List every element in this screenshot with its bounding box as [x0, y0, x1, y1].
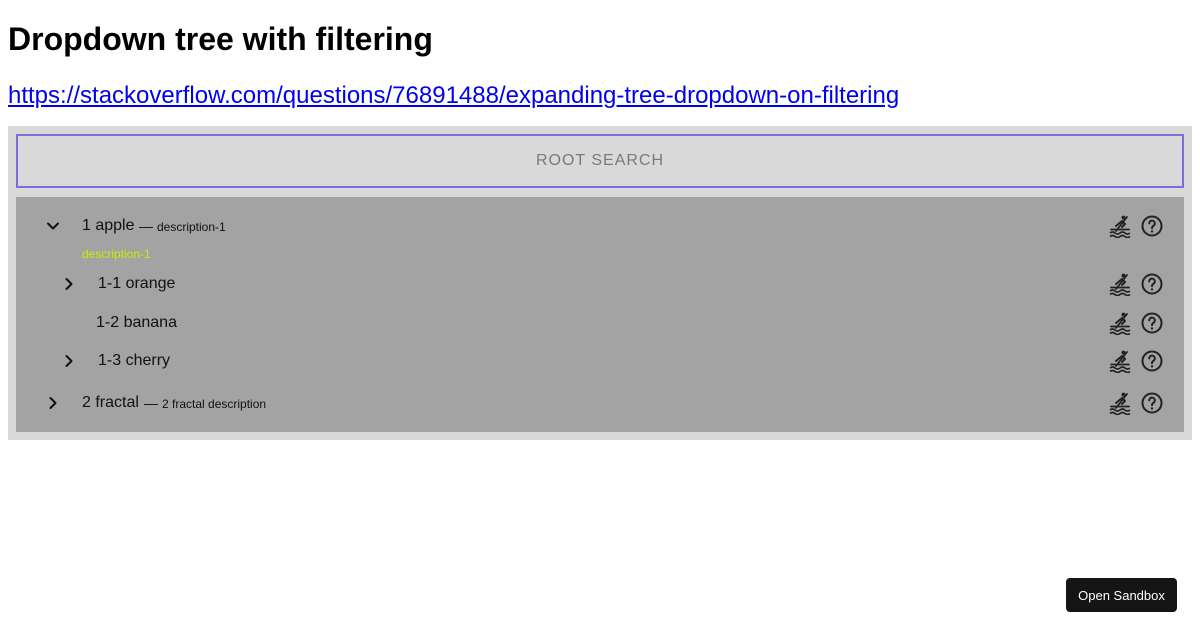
root-search-input[interactable]	[16, 134, 1184, 188]
tree-row-orange[interactable]: 1-1 orange	[16, 269, 1184, 299]
tree-node-label: 1 apple	[82, 217, 135, 234]
separator: —	[144, 395, 158, 411]
tree-node-label: 1-3 cherry	[98, 352, 171, 369]
kayak-icon[interactable]	[1108, 349, 1132, 373]
help-circle-icon[interactable]	[1140, 311, 1164, 335]
page: Dropdown tree with filtering https://sta…	[0, 0, 1200, 630]
stackoverflow-link[interactable]: https://stackoverflow.com/questions/7689…	[8, 82, 899, 110]
dropdown-tree-container: 1 apple — description-1 desc	[8, 126, 1192, 440]
tree-node-label: 2 fractal	[82, 394, 139, 411]
page-title: Dropdown tree with filtering	[8, 21, 433, 57]
chevron-right-icon[interactable]	[43, 393, 63, 413]
tree-node-label: 1-2 banana	[96, 314, 177, 331]
tree-row-fractal[interactable]: 2 fractal — 2 fractal description	[16, 388, 1184, 418]
kayak-icon[interactable]	[1108, 272, 1132, 296]
help-circle-icon[interactable]	[1140, 391, 1164, 415]
help-circle-icon[interactable]	[1140, 214, 1164, 238]
open-sandbox-button[interactable]: Open Sandbox	[1066, 578, 1177, 612]
chevron-right-icon[interactable]	[59, 274, 79, 294]
kayak-icon[interactable]	[1108, 311, 1132, 335]
tree-row-cherry[interactable]: 1-3 cherry	[16, 346, 1184, 376]
chevron-right-icon[interactable]	[59, 351, 79, 371]
help-circle-icon[interactable]	[1140, 349, 1164, 373]
tree-panel: 1 apple — description-1 description-1 1-…	[16, 197, 1184, 432]
help-circle-icon[interactable]	[1140, 272, 1164, 296]
expanded-description: description-1	[82, 247, 151, 261]
node-description: description-1	[157, 220, 226, 234]
tree-row-apple[interactable]: 1 apple — description-1	[16, 211, 1184, 241]
kayak-icon[interactable]	[1108, 214, 1132, 238]
separator: —	[139, 218, 153, 234]
tree-node-label: 1-1 orange	[98, 275, 176, 292]
kayak-icon[interactable]	[1108, 391, 1132, 415]
node-description: 2 fractal description	[162, 397, 267, 411]
tree-row-banana[interactable]: 1-2 banana	[16, 308, 1184, 338]
chevron-down-icon[interactable]	[43, 216, 63, 236]
